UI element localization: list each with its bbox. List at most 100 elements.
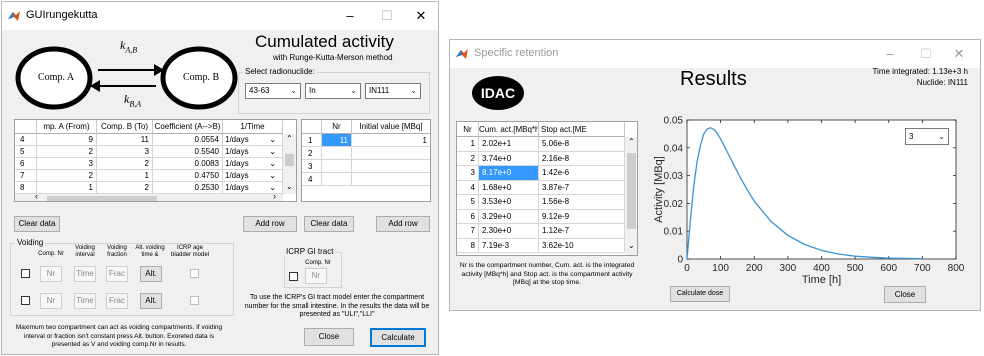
coefficient-cell[interactable]: 0.4750 [153,170,223,182]
nr-cell[interactable]: 3 [457,166,479,181]
minimize-icon[interactable]: – [875,44,905,64]
unit-cell[interactable]: 1/days ⌄ [223,170,283,182]
add-row-button[interactable]: Add row [243,216,297,232]
comp-nr-input[interactable]: Nr [40,293,62,309]
nr-cell[interactable] [322,147,352,160]
coefficient-cell[interactable]: 0.0554 [153,134,223,146]
comp-a-cell[interactable]: 9 [37,134,97,146]
nr-cell[interactable]: 4 [457,180,479,195]
nr-cell[interactable] [322,173,352,186]
scroll-thumb[interactable] [627,153,636,229]
scroll-left-icon[interactable]: ‹ [35,191,38,201]
scroll-down-icon[interactable]: ⌄ [628,241,635,250]
comp-b-cell[interactable]: 11 [97,134,153,146]
results-table[interactable]: Nr Cum. act.[MBq*h] Stop act.[ME 1 2.02e+… [456,121,638,256]
cum-act-cell[interactable]: 3.29e+0 [479,209,539,224]
scroll-down-icon[interactable]: ⌄ [286,182,293,191]
scroll-up-icon[interactable]: ⌃ [286,134,293,143]
nuclide-select[interactable]: IN111 ⌄ [365,83,421,99]
scroll-thumb[interactable] [285,154,294,166]
clear-data-button[interactable]: Clear data [14,216,60,232]
nr-cell[interactable]: 7 [457,224,479,239]
gi-tract-checkbox[interactable] [289,272,298,281]
clear-data-button[interactable]: Clear data [304,216,354,232]
voiding-interval-input[interactable]: Time [74,266,96,282]
cum-act-cell[interactable]: 2.02e+1 [479,137,539,152]
element-select[interactable]: In ⌄ [305,83,361,99]
coefficient-cell[interactable]: 0.0083 [153,158,223,170]
scroll-up-icon[interactable]: ⌃ [628,137,635,146]
minimize-icon[interactable]: – [335,6,365,26]
column-header[interactable]: Comp. B (To) [97,120,153,134]
stop-act-cell[interactable]: 1.56e-8 [539,195,625,210]
alt-button[interactable]: Alt. [140,266,162,282]
unit-cell[interactable]: 1/days ⌄ [223,146,283,158]
calculate-button[interactable]: Calculate [370,328,426,347]
initial-value-cell[interactable] [352,160,430,173]
comp-nr-input[interactable]: Nr [40,266,62,282]
voiding-fraction-input[interactable]: Frac [106,266,128,282]
cum-act-cell[interactable]: 7.19e-3 [479,238,539,253]
comp-b-cell[interactable]: 1 [97,170,153,182]
initial-value-cell[interactable] [352,173,430,186]
voiding-checkbox[interactable] [21,296,30,305]
add-row-button[interactable]: Add row [376,216,430,232]
alt-button[interactable]: Alt. [140,293,162,309]
close-button[interactable]: Close [884,286,926,303]
mass-number-select[interactable]: 43-63 ⌄ [245,83,301,99]
nr-cell[interactable] [322,160,352,173]
column-header[interactable]: Nr [322,120,352,134]
close-icon[interactable]: ✕ [406,6,436,26]
maximize-icon[interactable]: ☐ [911,44,941,64]
nr-cell[interactable]: 8 [457,238,479,253]
close-icon[interactable]: ✕ [944,44,974,64]
compartment-select[interactable]: 3 ⌄ [905,128,949,145]
column-header[interactable]: Coefficient (A-->B) [153,120,223,134]
calculate-dose-button[interactable]: Calculate dose [670,286,730,302]
scroll-right-icon[interactable]: › [273,191,276,201]
comp-b-cell[interactable]: 3 [97,146,153,158]
column-header[interactable]: Cum. act.[MBq*h] [479,122,539,137]
stop-act-cell[interactable]: 3.87e-7 [539,180,625,195]
nr-cell[interactable]: 11 [322,134,352,147]
cum-act-cell[interactable]: 2.30e+0 [479,224,539,239]
unit-cell[interactable]: 1/days ⌄ [223,134,283,146]
vertical-scrollbar[interactable]: ⌃ ⌄ [283,134,296,194]
column-header[interactable]: Stop act.[ME [539,122,625,137]
cum-act-cell[interactable]: 1.68e+0 [479,180,539,195]
voiding-interval-input[interactable]: Time [74,293,96,309]
voiding-fraction-input[interactable]: Frac [106,293,128,309]
cum-act-cell[interactable]: 3.74e+0 [479,151,539,166]
vertical-scrollbar[interactable]: ⌃ ⌄ [625,137,637,255]
cum-act-cell[interactable]: 3.53e+0 [479,195,539,210]
comp-a-cell[interactable]: 1 [37,182,97,194]
close-button[interactable]: Close [304,328,354,346]
comp-b-cell[interactable]: 2 [97,158,153,170]
column-header[interactable]: Initial value [MBq] [352,120,430,134]
unit-cell[interactable]: 1/days ⌄ [223,158,283,170]
comp-a-cell[interactable]: 2 [37,170,97,182]
nr-cell[interactable]: 5 [457,195,479,210]
column-header[interactable]: mp. A (From) [37,120,97,134]
stop-act-cell[interactable]: 3.62e-10 [539,238,625,253]
stop-act-cell[interactable]: 5.06e-8 [539,137,625,152]
coefficient-cell[interactable]: 0.2530 [153,182,223,194]
stop-act-cell[interactable]: 1.12e-7 [539,224,625,239]
comp-b-cell[interactable]: 2 [97,182,153,194]
initial-value-cell[interactable] [352,147,430,160]
column-header[interactable]: Nr [457,122,479,137]
initial-value-table[interactable]: Nr Initial value [MBq] 1 11 1 2 3 4 [301,119,431,202]
initial-value-cell[interactable]: 1 [352,134,430,147]
column-header[interactable]: 1/Time [223,120,283,134]
stop-act-cell[interactable]: 1.42e-6 [539,166,625,181]
cum-act-cell[interactable]: 8.17e+0 [479,166,539,181]
comp-a-cell[interactable]: 2 [37,146,97,158]
nr-cell[interactable]: 2 [457,151,479,166]
maximize-icon[interactable]: ☐ [372,6,402,26]
icrp-bladder-checkbox[interactable] [190,269,199,278]
nr-cell[interactable]: 1 [457,137,479,152]
voiding-checkbox[interactable] [21,269,30,278]
gi-comp-nr-input[interactable]: Nr [305,268,327,284]
comp-a-cell[interactable]: 3 [37,158,97,170]
horizontal-scrollbar[interactable]: ‹ › [15,191,283,201]
